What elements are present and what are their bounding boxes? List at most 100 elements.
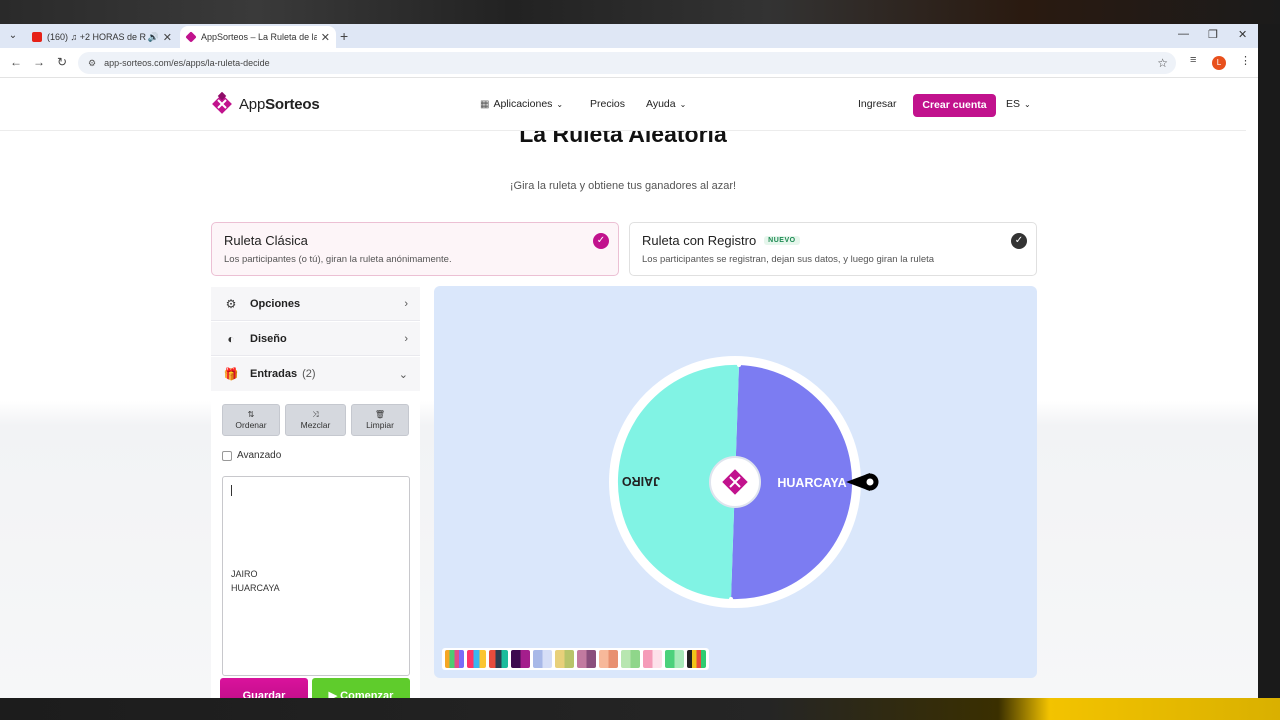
chevron-right-icon: › — [404, 332, 408, 345]
nav-pricing[interactable]: Precios — [590, 98, 625, 110]
accordion-design[interactable]: ◐ Diseño › — [211, 322, 420, 356]
brand-bold: Sorteos — [265, 95, 320, 113]
gift-icon: 🎁 — [223, 367, 239, 381]
language-label: ES — [1006, 98, 1021, 110]
chevron-down-icon: ⌄ — [1024, 99, 1031, 109]
palette-swatch[interactable] — [621, 650, 640, 668]
trash-icon: 🗑 — [374, 410, 386, 419]
signup-button[interactable]: Crear cuenta — [913, 94, 996, 117]
close-tab-icon[interactable]: ✕ — [163, 31, 172, 44]
advanced-toggle[interactable]: Avanzado — [222, 450, 281, 461]
palette-swatch[interactable] — [555, 650, 574, 668]
minimize-icon[interactable]: — — [1178, 28, 1189, 40]
speaker-icon[interactable]: 🔊 — [148, 32, 159, 43]
accordion-label: Entradas — [250, 368, 298, 380]
sort-button[interactable]: ⇅ Ordenar — [222, 404, 280, 436]
palette-icon: ◐ — [227, 331, 235, 346]
nav-apps[interactable]: ▦ Aplicaciones ⌄ — [480, 98, 563, 110]
accordion-options[interactable]: ⚙ Opciones › — [211, 287, 420, 321]
tab-title: AppSorteos – La Ruleta de la S — [201, 32, 317, 42]
profile-avatar[interactable]: L — [1212, 56, 1226, 70]
accordion-entries[interactable]: 🎁 Entradas (2) ⌄ — [211, 357, 420, 391]
mode-title: Ruleta Clásica — [224, 233, 606, 248]
palette-swatch[interactable] — [489, 650, 508, 668]
color-palette — [442, 648, 709, 670]
forward-icon[interactable]: → — [33, 55, 45, 69]
brand-light: App — [239, 95, 266, 113]
palette-swatch[interactable] — [643, 650, 662, 668]
back-icon[interactable]: ← — [10, 55, 22, 69]
reload-icon[interactable]: ↻ — [57, 55, 67, 69]
page-subtitle: ¡Gira la ruleta y obtiene tus ganadores … — [509, 180, 737, 192]
tab-appsorteos[interactable]: AppSorteos – La Ruleta de la S ✕ — [180, 26, 336, 48]
menu-icon[interactable]: ⋮ — [1240, 54, 1251, 67]
clear-button[interactable]: 🗑 Limpiar — [351, 404, 409, 436]
login-link[interactable]: Ingresar — [858, 98, 897, 110]
mode-card-classic[interactable]: Ruleta Clásica Los participantes (o tú),… — [211, 222, 619, 276]
address-bar[interactable]: ⚙ app-sorteos.com/es/apps/la-ruleta-deci… — [78, 52, 1176, 74]
nav-help[interactable]: Ayuda ⌄ — [646, 98, 686, 110]
chevron-down-icon: ⌄ — [398, 368, 408, 381]
chevron-down-icon: ⌄ — [556, 99, 564, 109]
entry-line: JAIRO — [231, 569, 258, 579]
tab-title: (160) ♫ +2 HORAS de REG — [47, 32, 146, 42]
mode-description: Los participantes (o tú), giran la rulet… — [224, 254, 452, 265]
accordion-label: Diseño — [250, 332, 287, 345]
palette-swatch[interactable] — [687, 650, 706, 668]
spin-wheel[interactable]: HUARCAYA JAIRO — [608, 355, 888, 615]
shuffle-icon: ⤨ — [312, 410, 319, 419]
new-badge: NUEVO — [764, 236, 800, 245]
palette-swatch[interactable] — [665, 650, 684, 668]
start-button[interactable]: ▶ Comenzar — [312, 678, 410, 698]
appsorteos-favicon — [185, 31, 197, 43]
entries-list: JAIRO HUARCAYA — [231, 567, 280, 595]
media-controls-icon[interactable]: ≡ — [1190, 54, 1196, 66]
mode-description: Los participantes se registran, dejan su… — [642, 254, 935, 265]
language-selector[interactable]: ES ⌄ — [1006, 98, 1031, 110]
nav-help-label: Ayuda — [646, 98, 676, 110]
palette-swatch[interactable] — [511, 650, 530, 668]
chevron-down-icon: ⌄ — [679, 99, 687, 109]
palette-swatch[interactable] — [577, 650, 596, 668]
palette-swatch[interactable] — [533, 650, 552, 668]
palette-swatch[interactable] — [445, 650, 464, 668]
palette-swatch[interactable] — [599, 650, 618, 668]
selected-check-icon: ✓ — [593, 233, 609, 249]
close-tab-icon[interactable]: ✕ — [321, 31, 330, 44]
shuffle-label: Mezclar — [300, 420, 331, 430]
entry-line: HUARCAYA — [231, 583, 280, 593]
brand-name: AppSorteos — [239, 96, 320, 113]
shuffle-button[interactable]: ⤨ Mezclar — [285, 404, 346, 436]
tab-youtube[interactable]: (160) ♫ +2 HORAS de REG 🔊 ✕ — [26, 26, 178, 48]
advanced-checkbox[interactable] — [222, 450, 232, 461]
save-button[interactable]: Guardar — [220, 678, 308, 698]
tab-search-icon[interactable]: ⌄ — [6, 30, 20, 42]
entries-textarea[interactable]: JAIRO HUARCAYA — [222, 476, 410, 676]
wheel-stage: HUARCAYA JAIRO — [434, 286, 1037, 678]
tab-strip: ⌄ (160) ♫ +2 HORAS de REG 🔊 ✕ AppSorteos… — [0, 24, 1258, 48]
advanced-label: Avanzado — [237, 450, 282, 461]
wheel-label-huarcaya: HUARCAYA — [777, 476, 846, 490]
settings-panel: ⚙ Opciones › ◐ Diseño › 🎁 Entradas (2) ⌄… — [211, 287, 420, 698]
site-info-icon[interactable]: ⚙ — [88, 58, 96, 69]
bookmark-star-icon[interactable]: ☆ — [1157, 56, 1168, 70]
close-window-icon[interactable]: ✕ — [1238, 28, 1247, 41]
restore-icon[interactable]: ❐ — [1208, 28, 1218, 41]
website: AppSorteos ▦ Aplicaciones ⌄ Precios Ayud… — [0, 79, 1258, 698]
appsorteos-logo-icon — [212, 92, 232, 114]
mode-title-text: Ruleta con Registro — [642, 233, 757, 248]
entries-count: (2) — [302, 368, 316, 380]
palette-swatch[interactable] — [467, 650, 486, 668]
logo[interactable]: AppSorteos — [210, 92, 320, 116]
chevron-right-icon: › — [404, 297, 408, 310]
login-label: Ingresar — [858, 98, 897, 110]
text-cursor — [231, 485, 232, 496]
wheel-label-jairo: JAIRO — [622, 474, 660, 488]
url-text: app-sorteos.com/es/apps/la-ruleta-decide — [104, 58, 270, 68]
play-icon: ▶ — [328, 690, 338, 698]
browser-window: ⌄ (160) ♫ +2 HORAS de REG 🔊 ✕ AppSorteos… — [0, 24, 1258, 698]
new-tab-button[interactable]: + — [340, 28, 348, 44]
mode-card-register[interactable]: Ruleta con Registro NUEVO Los participan… — [629, 222, 1037, 276]
nav-pricing-label: Precios — [590, 98, 626, 110]
gear-icon: ⚙ — [225, 296, 237, 311]
